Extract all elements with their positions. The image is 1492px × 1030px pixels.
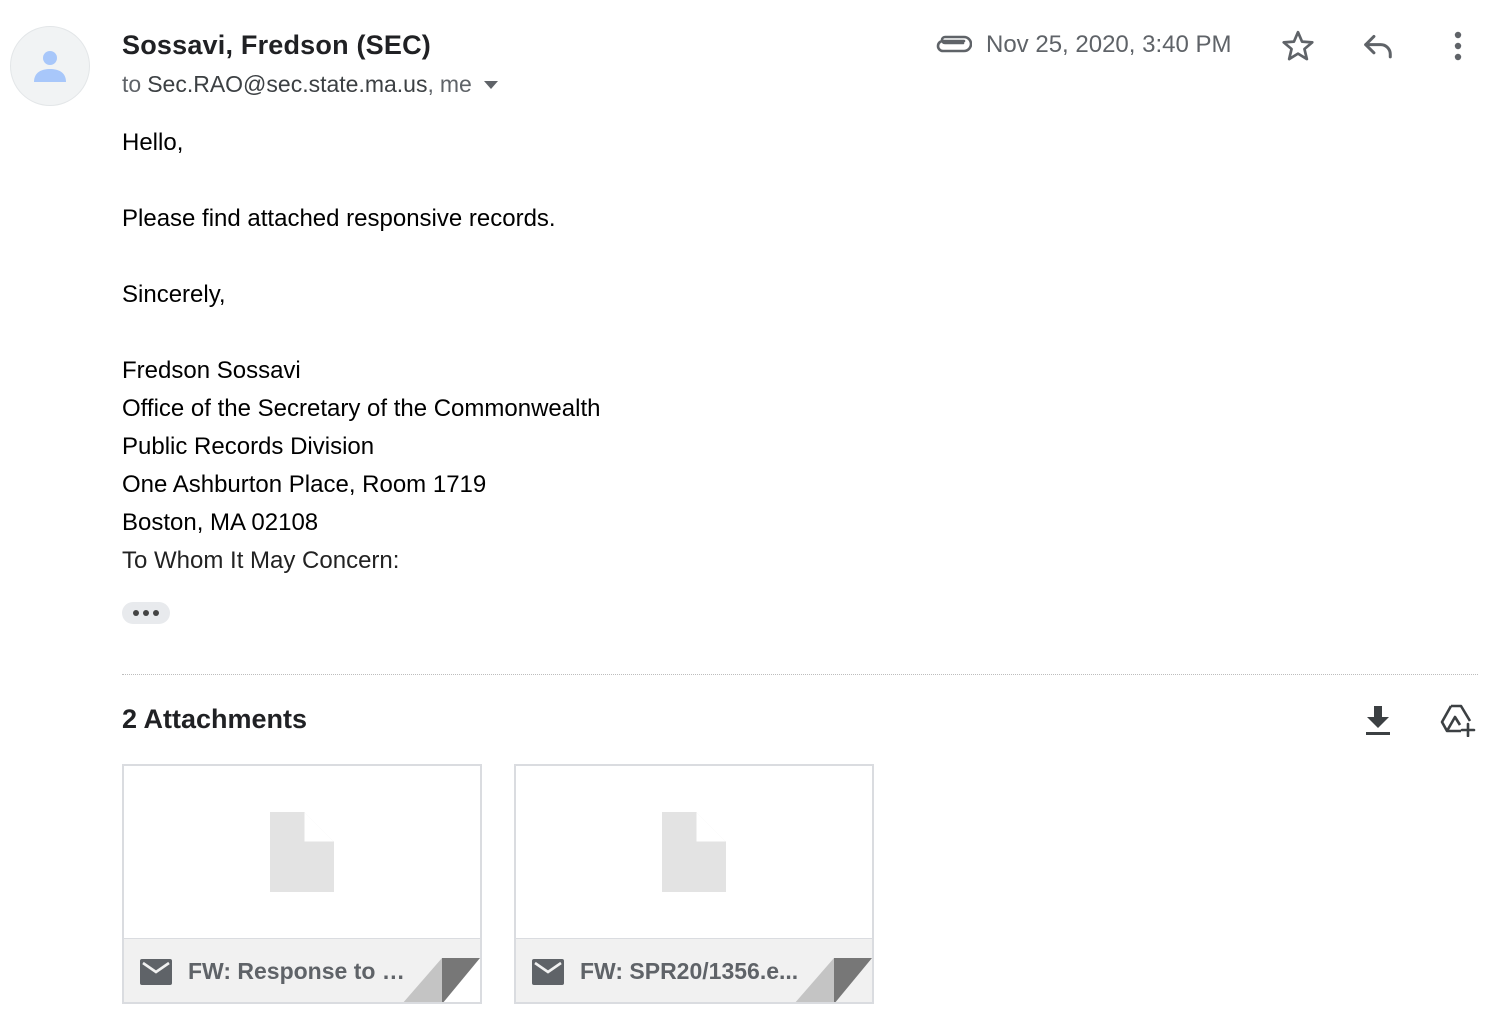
attachment-preview [516,766,872,938]
person-icon [34,51,66,82]
more-options-button[interactable] [1434,22,1482,70]
signature-line: To Whom It May Concern: [122,547,400,574]
attachment-footer: FW: SPR20/1356.e... [516,938,872,1002]
recipient-me[interactable]: me [440,71,472,98]
sender-name[interactable]: Sossavi, Fredson (SEC) [122,30,431,61]
reply-button[interactable] [1354,22,1402,70]
star-button[interactable] [1274,22,1322,70]
show-trimmed-content-button[interactable] [122,602,170,624]
file-icon [270,812,334,892]
reply-icon [1364,34,1392,59]
more-vert-icon [1454,31,1462,61]
mail-icon [532,959,564,985]
attachments-title: 2 Attachments [122,704,308,734]
dot-icon [133,610,139,616]
attachment-card[interactable]: FW: SPR20/1356.e... [514,764,874,1004]
attachments-divider [122,674,1478,675]
signature: Fredson Sossavi Office of the Secretary … [122,352,600,580]
download-icon [1366,706,1390,735]
message-body: Hello, Please find attached responsive r… [122,124,600,580]
signature-line: Fredson Sossavi [122,357,301,384]
closing: Sincerely, [122,281,226,308]
download-all-button[interactable] [1354,696,1402,744]
recipient-separator: , [427,71,434,97]
dot-icon [143,610,149,616]
page-curl-icon [795,958,872,1002]
star-icon [1282,30,1314,61]
email-message: Sossavi, Fredson (SEC) to Sec.RAO@sec.st… [0,0,1492,1030]
signature-line: Public Records Division [122,433,375,460]
to-label: to [122,71,142,97]
recipients-line: to Sec.RAO@sec.state.ma.us , me [122,71,498,98]
message-date: Nov 25, 2020, 3:40 PM [986,31,1232,58]
attachment-preview [124,766,480,938]
file-icon [662,812,726,892]
add-all-to-drive-button[interactable] [1434,696,1482,744]
mail-icon [140,959,172,985]
attachment-name: FW: Response to S... [188,958,413,984]
attachment-footer: FW: Response to S... [124,938,480,1002]
paperclip-icon [934,32,973,63]
greeting: Hello, [122,129,184,156]
attachment-card[interactable]: FW: Response to S... [122,764,482,1004]
show-details-dropdown-icon[interactable] [483,80,498,89]
add-to-drive-icon [1440,704,1476,737]
page-curl-icon [403,958,480,1002]
signature-line: One Ashburton Place, Room 1719 [122,471,487,498]
dot-icon [153,610,159,616]
recipient-address[interactable]: Sec.RAO@sec.state.ma.us [147,71,427,98]
message-text: Please find attached responsive records. [122,205,556,232]
sender-avatar[interactable] [10,26,90,106]
signature-line: Boston, MA 02108 [122,509,319,536]
attachment-name: FW: SPR20/1356.e... [580,958,799,984]
signature-line: Office of the Secretary of the Commonwea… [122,395,601,422]
